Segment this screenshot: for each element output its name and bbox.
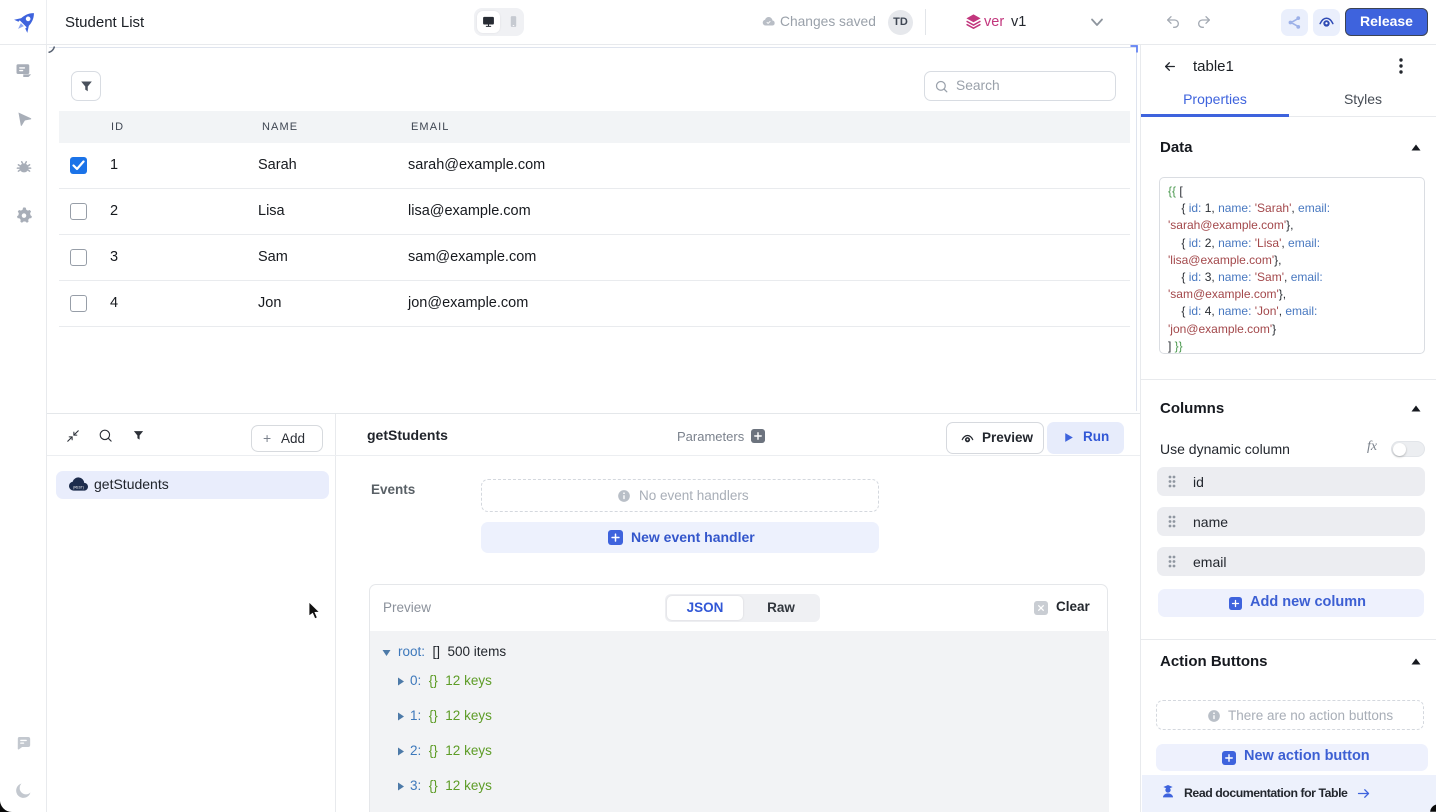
svg-text:(REST): (REST): [73, 486, 84, 490]
